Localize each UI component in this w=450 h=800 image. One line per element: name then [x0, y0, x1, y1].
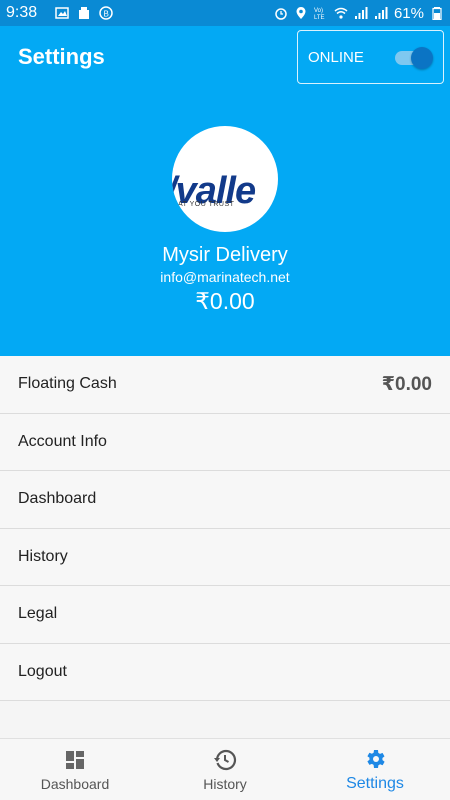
menu-item-label: Floating Cash	[18, 375, 117, 393]
svg-text:LTE: LTE	[314, 15, 325, 20]
profile-header: /valle AT YOU TRUST Mysir Delivery info@…	[0, 88, 450, 356]
menu-item-label: Account Info	[18, 432, 107, 450]
online-label: ONLINE	[308, 48, 364, 66]
page-title: Settings	[18, 44, 105, 69]
nav-label: Dashboard	[40, 775, 110, 792]
svg-text:B: B	[104, 10, 109, 19]
bottom-navigation: Dashboard History Settings	[0, 738, 450, 800]
battery-percent: 61%	[393, 4, 424, 22]
nav-settings[interactable]: Settings	[300, 739, 450, 800]
menu-item-history[interactable]: History	[0, 528, 450, 586]
company-tagline: AT YOU TRUST	[178, 201, 235, 208]
profile-email: info@marinatech.net	[160, 269, 290, 285]
volte-icon: Vo)LTE	[314, 8, 325, 20]
menu-item-account-info[interactable]: Account Info	[0, 413, 450, 471]
nav-dashboard[interactable]: Dashboard	[0, 739, 150, 800]
nav-history[interactable]: History	[150, 739, 300, 800]
online-status-control[interactable]: ONLINE	[297, 30, 444, 84]
menu-item-label: Legal	[18, 605, 58, 623]
menu-item-logout[interactable]: Logout	[0, 643, 450, 701]
online-toggle[interactable]	[395, 47, 433, 69]
gallery-notification-icon	[55, 7, 69, 19]
history-icon	[214, 749, 237, 770]
floating-cash-value: ₹0.00	[381, 373, 432, 395]
nav-label: Settings	[346, 774, 404, 792]
menu-item-legal[interactable]: Legal	[0, 586, 450, 644]
svg-text:Vo): Vo)	[314, 8, 323, 14]
dashboard-icon	[66, 750, 84, 769]
status-bar: 9:38 B Vo) LTE 61%	[0, 0, 450, 26]
location-icon	[296, 7, 306, 19]
menu-item-label: Logout	[18, 662, 67, 680]
wifi-icon	[334, 7, 348, 19]
settings-menu: Floating Cash ₹0.00 Account Info Dashboa…	[0, 356, 450, 701]
avatar[interactable]: /valle AT YOU TRUST	[172, 126, 278, 232]
battery-icon	[432, 7, 442, 20]
profile-balance: ₹0.00	[195, 288, 255, 314]
toggle-thumb	[411, 47, 433, 69]
menu-item-label: Dashboard	[18, 490, 97, 508]
gear-icon	[367, 749, 385, 768]
b-notification-icon: B	[99, 6, 113, 20]
menu-item-dashboard[interactable]: Dashboard	[0, 471, 450, 529]
alarm-icon	[275, 8, 287, 20]
app-bar: Settings ONLINE	[0, 26, 450, 88]
profile-name: Mysir Delivery	[162, 244, 288, 266]
signal-2-icon	[374, 7, 388, 19]
nav-label: History	[203, 775, 247, 792]
menu-item-label: History	[18, 547, 68, 565]
android-notification-icon	[79, 7, 90, 19]
status-time: 9:38	[6, 4, 38, 21]
menu-item-floating-cash[interactable]: Floating Cash ₹0.00	[0, 356, 450, 414]
signal-icon	[354, 7, 368, 19]
